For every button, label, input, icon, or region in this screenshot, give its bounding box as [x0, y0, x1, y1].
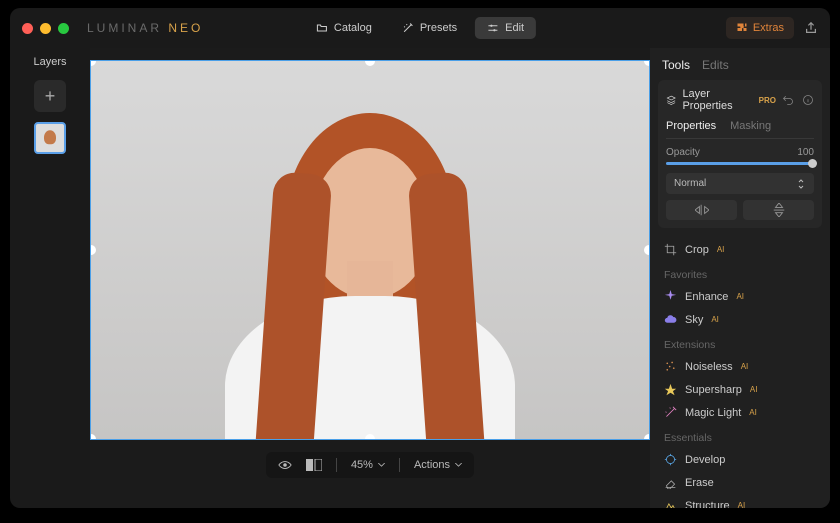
structure-tool[interactable]: StructureAI — [650, 494, 830, 508]
tools-tab[interactable]: Tools — [662, 58, 690, 72]
flip-vertical-button[interactable] — [743, 200, 814, 220]
chevrons-icon — [796, 179, 806, 189]
layers-panel: Layers + — [10, 48, 90, 508]
develop-icon — [664, 453, 677, 466]
opacity-label: Opacity — [666, 147, 700, 158]
sidebar-tabs: Tools Edits — [650, 48, 830, 80]
brand-name: LUMINAR — [87, 21, 162, 35]
folder-icon — [316, 22, 328, 34]
minimize-window-button[interactable] — [40, 23, 51, 34]
undo-icon[interactable] — [782, 94, 794, 106]
develop-tool[interactable]: Develop — [650, 448, 830, 471]
crop-tool[interactable]: CropAI — [650, 238, 830, 261]
properties-subtab[interactable]: Properties — [666, 120, 716, 132]
layer-properties-panel: Layer Properties PRO Properties Masking … — [658, 80, 822, 228]
flip-horizontal-button[interactable] — [666, 200, 737, 220]
extensions-label: Extensions — [650, 331, 830, 355]
catalog-tab[interactable]: Catalog — [304, 17, 384, 39]
puzzle-icon — [736, 22, 748, 34]
blend-mode-select[interactable]: Normal — [666, 173, 814, 194]
light-icon — [664, 406, 677, 419]
transform-handle-tr[interactable] — [644, 60, 650, 66]
edit-tab[interactable]: Edit — [475, 17, 536, 39]
transform-handle-tl[interactable] — [90, 60, 96, 66]
brand-logo: LUMINAR NEO — [87, 21, 203, 35]
masking-subtab[interactable]: Masking — [730, 120, 771, 132]
opacity-value: 100 — [797, 147, 814, 158]
layer-thumbnail-selected[interactable] — [34, 122, 66, 154]
transform-handle-bc[interactable] — [365, 434, 375, 440]
transform-handle-ml[interactable] — [90, 245, 96, 255]
cloud-icon — [664, 313, 677, 326]
chevron-down-icon — [378, 463, 385, 467]
canvas-toolbar: 45% Actions — [266, 452, 474, 478]
flip-h-icon — [695, 204, 709, 216]
sparkle-icon — [664, 290, 677, 303]
compare-icon — [306, 459, 322, 471]
sliders-icon — [487, 22, 499, 34]
crop-icon — [664, 243, 677, 256]
presets-tab[interactable]: Presets — [390, 17, 469, 39]
erase-tool[interactable]: Erase — [650, 471, 830, 494]
titlebar: LUMINAR NEO Catalog Presets Edit Extras — [10, 8, 830, 48]
noiseless-tool[interactable]: NoiselessAI — [650, 355, 830, 378]
magiclight-tool[interactable]: Magic LightAI — [650, 401, 830, 424]
opacity-slider[interactable] — [666, 162, 814, 165]
enhance-tool[interactable]: EnhanceAI — [650, 285, 830, 308]
zoom-dropdown[interactable]: 45% — [351, 459, 385, 471]
eraser-icon — [664, 476, 677, 489]
transform-handle-tc[interactable] — [365, 60, 375, 66]
edits-tab[interactable]: Edits — [702, 58, 729, 72]
close-window-button[interactable] — [22, 23, 33, 34]
extras-button[interactable]: Extras — [726, 17, 794, 39]
panel-title: Layer Properties — [682, 88, 752, 112]
window-controls — [22, 23, 69, 34]
info-icon[interactable] — [802, 94, 814, 106]
pro-badge: PRO — [759, 96, 776, 105]
sharp-icon — [664, 383, 677, 396]
structure-icon — [664, 499, 677, 508]
app-window: LUMINAR NEO Catalog Presets Edit Extras — [10, 8, 830, 508]
compare-toggle[interactable] — [306, 459, 322, 471]
transform-handle-mr[interactable] — [644, 245, 650, 255]
right-sidebar: Tools Edits Layer Properties PRO Propert… — [650, 48, 830, 508]
share-button[interactable] — [804, 21, 818, 35]
favorites-label: Favorites — [650, 261, 830, 285]
actions-dropdown[interactable]: Actions — [414, 459, 462, 471]
essentials-label: Essentials — [650, 424, 830, 448]
chevron-down-icon — [455, 463, 462, 467]
transform-handle-br[interactable] — [644, 434, 650, 440]
layers-icon — [666, 94, 676, 106]
layers-title: Layers — [33, 56, 66, 68]
eye-icon — [278, 458, 292, 472]
share-icon — [804, 21, 818, 35]
flip-v-icon — [773, 203, 785, 217]
wand-icon — [402, 22, 414, 34]
transform-handle-bl[interactable] — [90, 434, 96, 440]
brand-suffix: NEO — [168, 21, 203, 35]
noise-icon — [664, 360, 677, 373]
top-navigation: Catalog Presets Edit — [304, 17, 536, 39]
image-canvas[interactable] — [90, 60, 650, 440]
supersharp-tool[interactable]: SupersharpAI — [650, 378, 830, 401]
fullscreen-window-button[interactable] — [58, 23, 69, 34]
add-layer-button[interactable]: + — [34, 80, 66, 112]
visibility-toggle[interactable] — [278, 458, 292, 472]
sky-tool[interactable]: SkyAI — [650, 308, 830, 331]
canvas-area: 45% Actions — [90, 48, 650, 508]
